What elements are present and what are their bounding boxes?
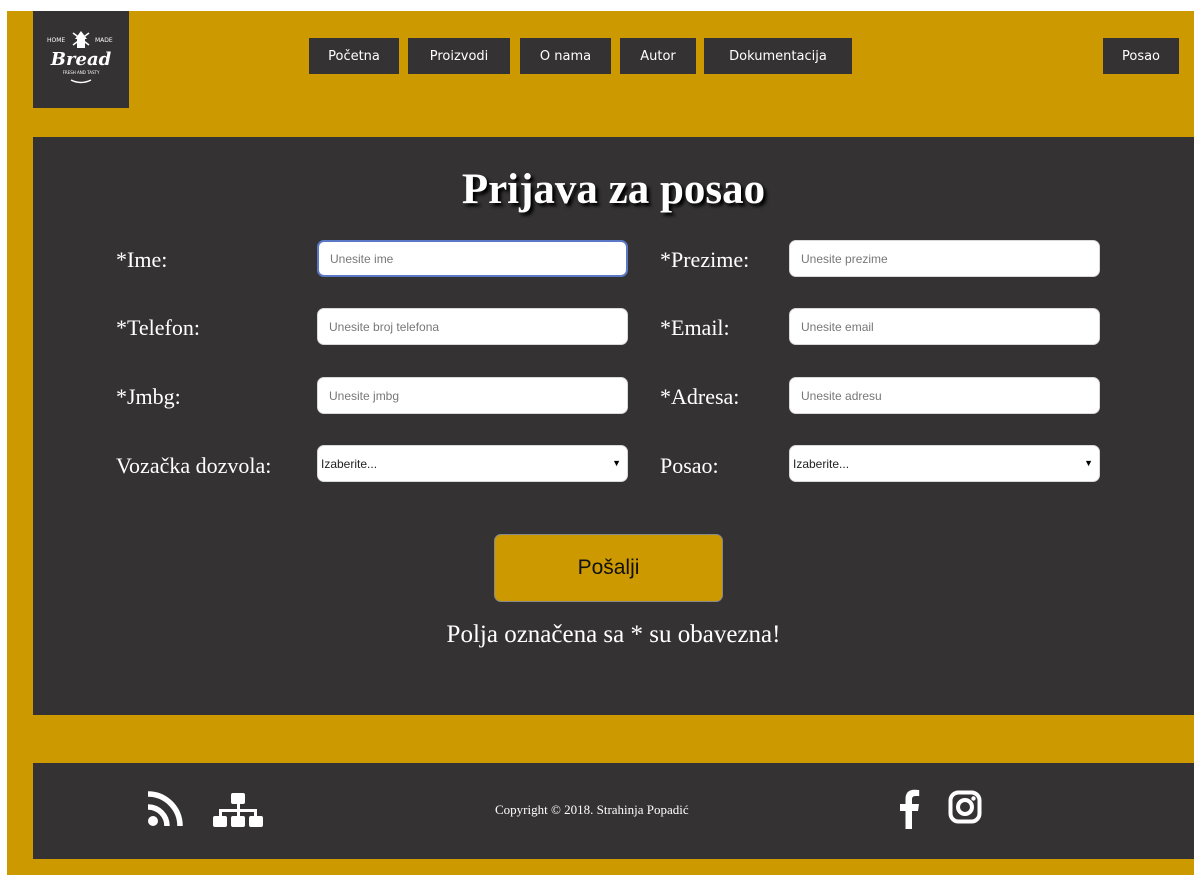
nav-item-autor[interactable]: Autor bbox=[620, 38, 696, 74]
jmbg-input[interactable] bbox=[317, 377, 628, 414]
page-background: HOME MADE Bread FRESH AND TASTY Početna … bbox=[7, 11, 1194, 875]
posao-select-value: Izaberite... bbox=[793, 456, 850, 471]
vozacka-label: Vozačka dozvola: bbox=[116, 453, 272, 478]
telefon-label: *Telefon: bbox=[116, 315, 200, 340]
sitemap-icon[interactable] bbox=[213, 791, 263, 829]
email-input[interactable] bbox=[789, 308, 1100, 345]
page-title: Prijava za posao bbox=[461, 166, 766, 213]
telefon-input[interactable] bbox=[317, 308, 628, 345]
rss-icon[interactable] bbox=[147, 791, 183, 827]
facebook-icon[interactable] bbox=[897, 789, 921, 829]
ime-label: *Ime: bbox=[116, 247, 168, 272]
adresa-label: *Adresa: bbox=[660, 384, 740, 409]
jmbg-label: *Jmbg: bbox=[116, 384, 181, 409]
instagram-icon[interactable] bbox=[948, 790, 982, 824]
submit-button[interactable]: Pošalji bbox=[494, 534, 723, 602]
posao-select[interactable]: Izaberite... ▼ bbox=[789, 445, 1100, 482]
prezime-input[interactable] bbox=[789, 240, 1100, 277]
nav-item-posao[interactable]: Posao bbox=[1103, 38, 1179, 74]
main-nav: Početna Proizvodi O nama Autor Dokumenta… bbox=[7, 38, 1194, 74]
nav-item-pocetna[interactable]: Početna bbox=[309, 38, 399, 74]
job-application-panel: Prijava za posao *Ime: *Prezime: *Telefo… bbox=[33, 137, 1194, 715]
chevron-down-icon: ▼ bbox=[1084, 458, 1093, 468]
adresa-input[interactable] bbox=[789, 377, 1100, 414]
nav-item-o-nama[interactable]: O nama bbox=[520, 38, 611, 74]
ime-input[interactable] bbox=[317, 240, 628, 277]
footer: Copyright © 2018. Strahinja Popadić bbox=[33, 763, 1194, 859]
required-fields-note: Polja označena sa * su obavezna! bbox=[446, 621, 781, 648]
vozacka-select[interactable]: Izaberite... ▼ bbox=[317, 445, 628, 482]
email-label: *Email: bbox=[660, 315, 730, 340]
prezime-label: *Prezime: bbox=[660, 247, 750, 272]
copyright-text: Copyright © 2018. Strahinja Popadić bbox=[495, 802, 689, 817]
nav-item-proizvodi[interactable]: Proizvodi bbox=[408, 38, 510, 74]
chevron-down-icon: ▼ bbox=[612, 458, 621, 468]
nav-item-dokumentacija[interactable]: Dokumentacija bbox=[704, 38, 852, 74]
posao-label: Posao: bbox=[660, 453, 719, 478]
vozacka-select-value: Izaberite... bbox=[321, 456, 378, 471]
